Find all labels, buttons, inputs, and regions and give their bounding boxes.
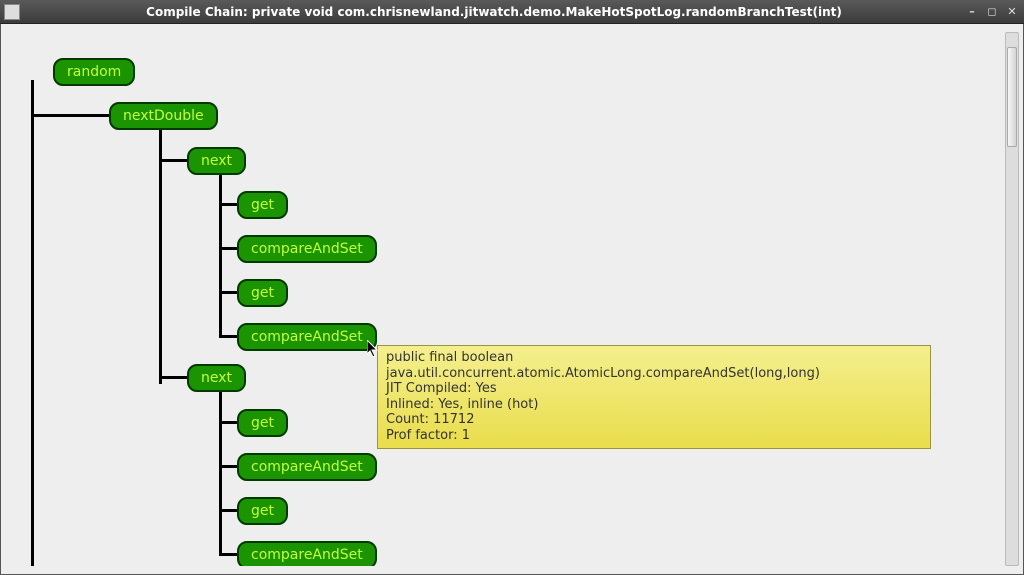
tooltip-prof: Prof factor: 1 (386, 428, 922, 444)
scrollbar-thumb[interactable] (1007, 47, 1017, 147)
maximize-button[interactable]: ◻ (984, 5, 1000, 19)
tree-connector (159, 376, 189, 379)
node-get[interactable]: get (237, 497, 288, 525)
tree-connector (219, 509, 239, 512)
node-next[interactable]: next (187, 364, 246, 392)
tooltip-count: Count: 11712 (386, 412, 922, 428)
node-get[interactable]: get (237, 191, 288, 219)
node-get[interactable]: get (237, 409, 288, 437)
tree-connector (159, 159, 189, 162)
tooltip-inlined: Inlined: Yes, inline (hot) (386, 397, 922, 413)
node-compareAndSet[interactable]: compareAndSet (237, 235, 377, 263)
tree-connector (219, 170, 222, 336)
minimize-button[interactable]: – (964, 5, 980, 19)
node-random[interactable]: random (53, 58, 135, 86)
app-icon (4, 4, 20, 20)
tree-connector (219, 335, 239, 338)
tree-connector (219, 203, 239, 206)
tree-connector (219, 247, 239, 250)
tree-connector (219, 553, 239, 556)
tree-connector (159, 125, 162, 384)
node-compareAndSet[interactable]: compareAndSet (237, 541, 377, 566)
tree-connector (219, 291, 239, 294)
node-get[interactable]: get (237, 279, 288, 307)
tree-connector (219, 421, 239, 424)
tree-connector (219, 387, 222, 554)
window-titlebar: Compile Chain: private void com.chrisnew… (0, 0, 1024, 24)
window-title: Compile Chain: private void com.chrisnew… (28, 5, 960, 19)
tree-connector (219, 465, 239, 468)
close-button[interactable]: ✕ (1004, 5, 1020, 19)
window-client-area: random nextDouble next get compareAndSet… (0, 24, 1024, 575)
tree-connector (31, 80, 34, 566)
node-tooltip: public final boolean java.util.concurren… (377, 345, 931, 449)
node-next[interactable]: next (187, 147, 246, 175)
tree-connector (31, 114, 111, 117)
vertical-scrollbar[interactable] (1005, 32, 1019, 566)
node-compareAndSet[interactable]: compareAndSet (237, 453, 377, 481)
tooltip-signature: public final boolean java.util.concurren… (386, 350, 922, 381)
tooltip-jit: JIT Compiled: Yes (386, 381, 922, 397)
compile-chain-canvas[interactable]: random nextDouble next get compareAndSet… (9, 32, 1005, 566)
node-compareAndSet[interactable]: compareAndSet (237, 323, 377, 351)
node-nextDouble[interactable]: nextDouble (109, 102, 218, 130)
